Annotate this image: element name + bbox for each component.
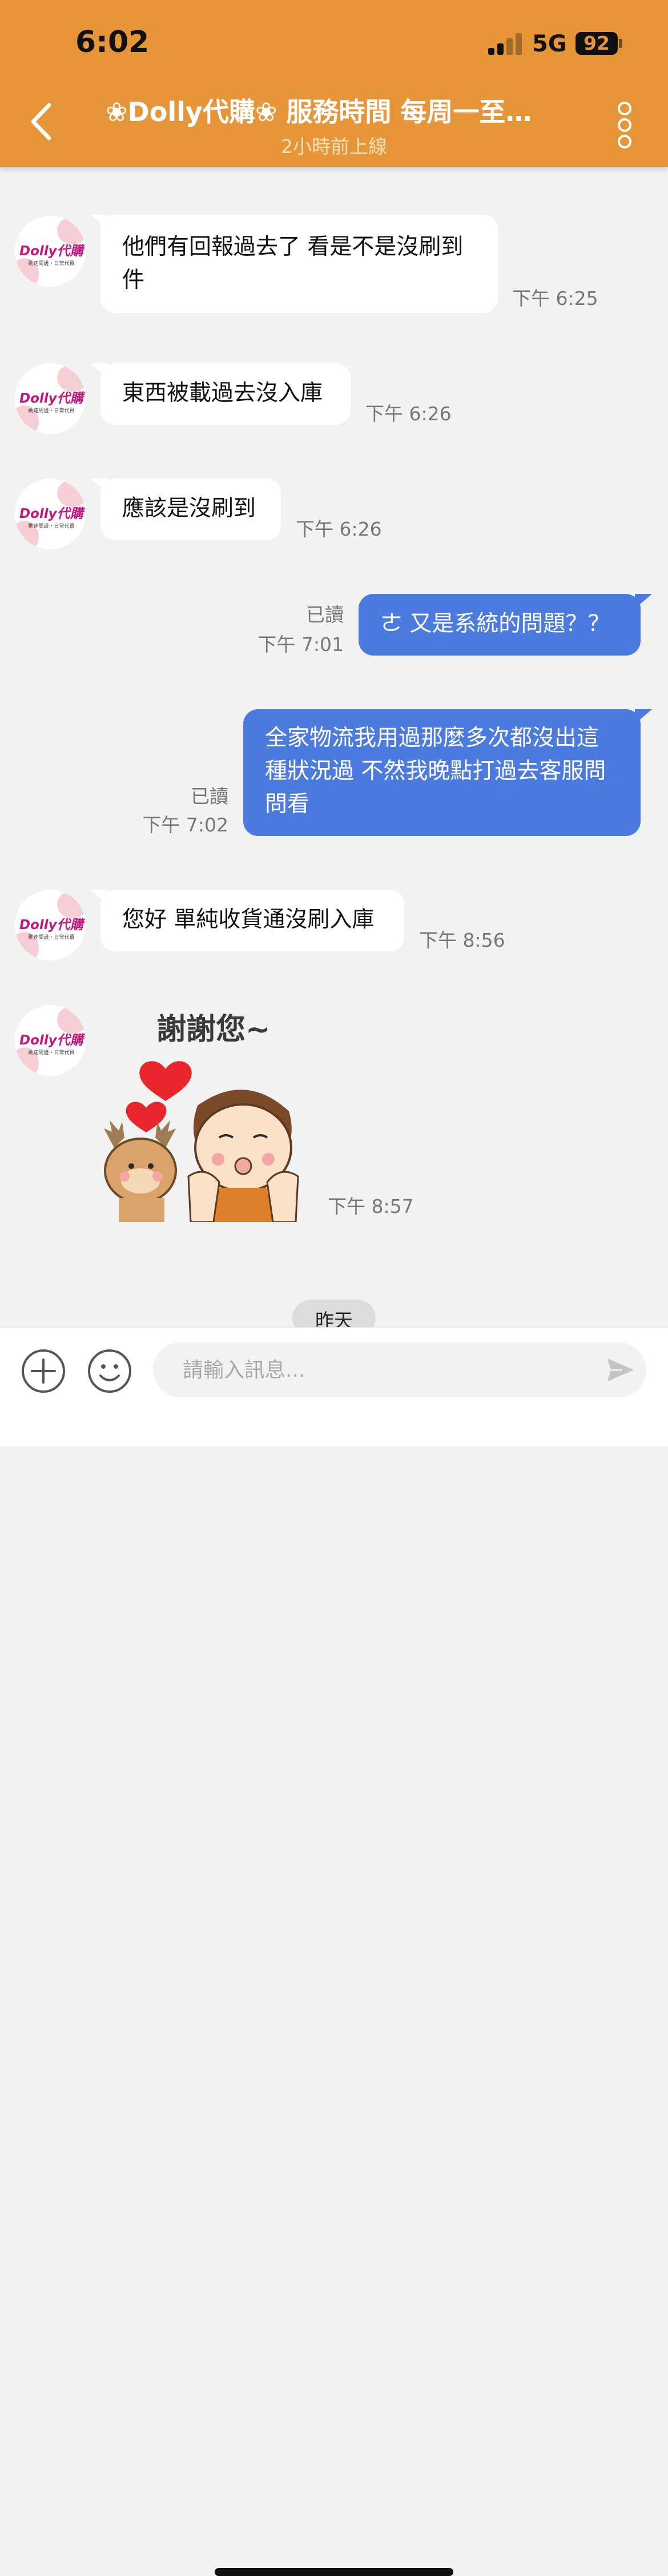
message-time: 下午 6:26 (365, 403, 452, 425)
sticker-artwork (104, 1061, 299, 1222)
outgoing-message[interactable]: ㄜ 又是系統的問題？？ (359, 594, 652, 656)
shop-avatar[interactable]: Dolly代購 動速周邊・日常代買 (15, 479, 86, 549)
read-receipt: 已讀 (191, 785, 228, 807)
message-time: 下午 7:02 (142, 814, 228, 836)
thank-you-sticker[interactable]: 謝謝您~ (97, 1005, 325, 1222)
online-status: 2小時前上線 (281, 135, 387, 158)
battery-level: 92 (584, 32, 610, 54)
incoming-message[interactable]: 東西被載過去沒入庫 (90, 363, 351, 425)
message-time: 下午 8:56 (419, 929, 505, 951)
avatar-tagline: 動速周邊・日常代買 (28, 935, 75, 941)
battery-tip (619, 39, 622, 48)
cellular-signal-icon (488, 33, 524, 55)
read-receipt: 已讀 (306, 604, 344, 626)
shop-avatar[interactable]: Dolly代購 動速周邊・日常代買 (15, 216, 86, 287)
battery-icon: 92 (576, 32, 618, 55)
message-text: 您好 單純收貨通沒刷入庫 (122, 907, 375, 933)
avatar-brand: Dolly代購 (19, 1033, 83, 1048)
shop-avatar[interactable]: Dolly代購 動速周邊・日常代買 (15, 363, 86, 434)
shop-avatar[interactable]: Dolly代購 動速周邊・日常代買 (15, 1005, 86, 1076)
more-options-icon[interactable] (614, 102, 634, 148)
shop-avatar[interactable]: Dolly代購 動速周邊・日常代買 (15, 890, 86, 961)
message-text: 東西被載過去沒入庫 (122, 380, 323, 406)
message-text: 全家物流我用過那麼多次都沒出這種狀況過 不然我晚點打過去客服問問看 (265, 725, 606, 817)
avatar-tagline: 動速周邊・日常代買 (28, 408, 75, 414)
outgoing-message[interactable]: 全家物流我用過那麼多次都沒出這種狀況過 不然我晚點打過去客服問問看 (243, 709, 652, 836)
emoji-icon[interactable] (87, 1348, 132, 1394)
incoming-message[interactable]: 他們有回報過去了 看是不是沒刷到件 (90, 215, 498, 313)
message-text: ㄜ 又是系統的問題？？ (380, 611, 610, 637)
incoming-message[interactable]: 應該是沒刷到 (90, 479, 281, 540)
avatar-brand: Dolly代購 (19, 244, 83, 259)
send-icon[interactable] (605, 1355, 636, 1385)
network-type: 5G (532, 31, 567, 57)
message-text: 應該是沒刷到 (122, 496, 256, 521)
message-time: 下午 8:57 (328, 1195, 414, 1217)
avatar-brand: Dolly代購 (19, 918, 83, 933)
status-time: 6:02 (75, 25, 150, 59)
avatar-tagline: 動速周邊・日常代買 (28, 261, 75, 267)
message-composer (0, 1327, 668, 2576)
message-text: 他們有回報過去了 看是不是沒刷到件 (122, 234, 464, 293)
avatar-tagline: 動速周邊・日常代買 (28, 1050, 75, 1056)
add-attachment-icon[interactable] (21, 1348, 66, 1394)
home-indicator (215, 2568, 453, 2576)
chat-header: 6:02 5G 92 ❀Dolly代購❀ 服務時間 每周一至… 2小時前上線 (0, 0, 668, 167)
message-input[interactable] (153, 1343, 646, 1397)
message-time: 下午 6:26 (296, 518, 382, 540)
avatar-brand: Dolly代購 (19, 507, 83, 521)
chat-title[interactable]: ❀Dolly代購❀ 服務時間 每周一至… (106, 91, 562, 129)
message-time: 下午 7:01 (257, 633, 344, 656)
incoming-message[interactable]: 您好 單純收貨通沒刷入庫 (90, 890, 404, 951)
avatar-brand: Dolly代購 (19, 391, 83, 406)
message-time: 下午 6:25 (512, 287, 598, 310)
avatar-tagline: 動速周邊・日常代買 (28, 524, 75, 529)
